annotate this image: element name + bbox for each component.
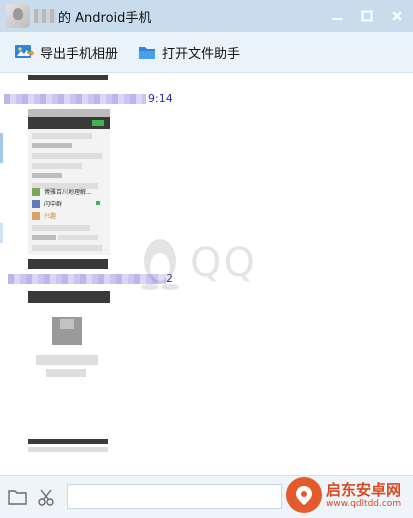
open-file-helper-button[interactable]: 打开文件助手 xyxy=(132,38,246,66)
blurred-contact-name xyxy=(34,9,56,23)
site-logo-icon xyxy=(286,477,322,513)
window-title: 的 Android手机 xyxy=(58,10,152,26)
left-edge-accent xyxy=(0,133,3,163)
avatar[interactable] xyxy=(6,4,30,28)
toolbar: 导出手机相册 打开文件助手 xyxy=(0,32,413,73)
photo-export-icon xyxy=(15,45,34,58)
site-name: 启东安卓网 xyxy=(326,480,402,499)
message-image[interactable]: 博雅百川地理解... 闪中群 兴趣 xyxy=(28,109,110,255)
qq-watermark: QQ xyxy=(138,235,257,291)
minimize-icon xyxy=(332,18,342,20)
message-input[interactable] xyxy=(67,484,282,509)
blurred-header xyxy=(28,439,108,444)
folder-icon xyxy=(139,47,156,59)
message-image[interactable] xyxy=(28,289,110,384)
list-item: 闪中群 xyxy=(32,199,62,208)
folder-icon xyxy=(8,490,27,505)
penguin-icon xyxy=(141,239,179,290)
qq-watermark-text: QQ xyxy=(190,240,257,286)
blurred-header xyxy=(28,75,108,80)
blurred-header xyxy=(28,259,108,269)
minimize-button[interactable] xyxy=(327,6,347,26)
export-album-button[interactable]: 导出手机相册 xyxy=(8,38,124,66)
left-edge-accent xyxy=(0,223,3,243)
app-icon xyxy=(32,199,40,208)
list-item: 博雅百川地理解... xyxy=(32,187,92,196)
chat-history[interactable]: 9:14 博雅百川地理解... 闪中群 兴趣 QQ xyxy=(0,73,413,475)
title-bar: 的 Android手机 xyxy=(0,0,413,32)
export-album-label: 导出手机相册 xyxy=(40,46,119,62)
maximize-icon xyxy=(361,10,373,22)
screenshot-button[interactable] xyxy=(36,487,56,507)
app-icon xyxy=(32,211,40,220)
scissors-icon xyxy=(38,489,54,506)
location-pin-icon xyxy=(296,486,312,505)
list-item: 兴趣 xyxy=(32,211,56,220)
maximize-button[interactable] xyxy=(357,6,377,26)
chat-window: 的 Android手机 导出手机相册 打开文件助手 9:14 博雅百川地理解..… xyxy=(0,0,413,518)
send-file-button[interactable] xyxy=(8,487,28,507)
message-timestamp: 9:14 xyxy=(148,92,173,105)
open-file-helper-label: 打开文件助手 xyxy=(162,46,241,62)
app-icon xyxy=(32,187,40,196)
blurred-sender xyxy=(4,94,146,104)
close-icon xyxy=(392,11,402,21)
close-button[interactable] xyxy=(387,6,407,26)
window-controls xyxy=(327,6,407,26)
site-url: www.qdltdd.com xyxy=(326,498,402,509)
site-watermark: 启东安卓网 www.qdltdd.com xyxy=(284,472,413,518)
